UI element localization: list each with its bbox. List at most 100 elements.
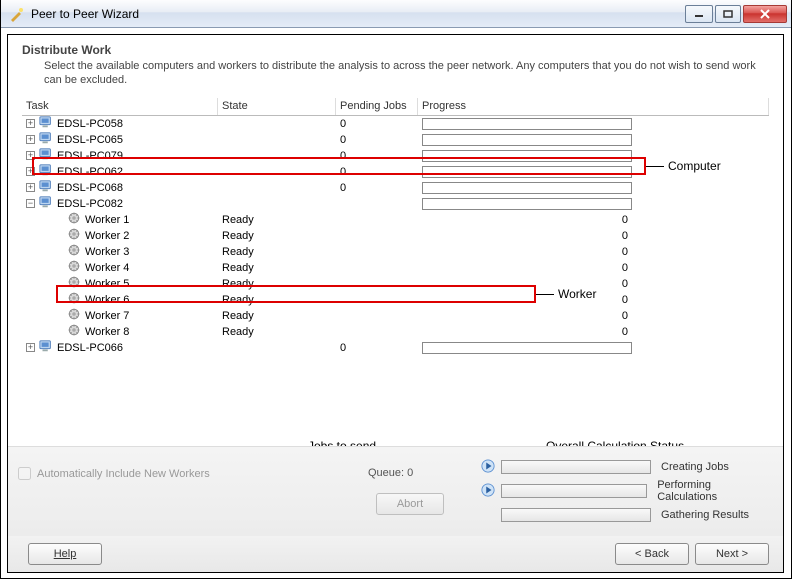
wizard-icon [9,6,25,22]
maximize-button[interactable] [715,5,741,23]
status-label: Gathering Results [661,509,749,521]
worker-row[interactable]: Worker 3 Ready 0 [22,244,769,260]
state-cell: Ready [218,214,336,226]
node-name: Worker 1 [85,214,129,226]
state-cell: Ready [218,310,336,322]
node-name: EDSL-PC079 [57,150,123,162]
pending-cell: 0 [336,342,418,354]
pending-cell: 0 [336,166,418,178]
window-title: Peer to Peer Wizard [31,7,683,21]
node-name: Worker 4 [85,262,129,274]
node-name: EDSL-PC068 [57,182,123,194]
computer-row[interactable]: − EDSL-PC082 [22,196,769,212]
expand-icon[interactable]: + [26,151,35,160]
status-row: Performing Calculations [481,479,771,503]
progress-value: 0 [422,246,632,258]
col-task[interactable]: Task [22,98,218,115]
worker-row[interactable]: Worker 4Ready0 [22,260,769,276]
progress-bar [422,182,632,194]
computer-row[interactable]: +EDSL-PC0660 [22,340,769,356]
state-cell: Ready [218,294,336,306]
computer-icon [39,163,57,180]
node-name: Worker 7 [85,310,129,322]
close-button[interactable] [743,5,787,23]
worker-icon [67,275,85,292]
col-pending[interactable]: Pending Jobs [336,98,418,115]
col-state[interactable]: State [218,98,336,115]
pending-cell: 0 [336,118,418,130]
status-row: Creating Jobs [481,455,771,479]
node-name: EDSL-PC082 [57,198,123,210]
auto-include-checkbox[interactable] [18,467,31,480]
status-row: Gathering Results [481,503,771,527]
computer-row[interactable]: + EDSL-PC068 0 [22,180,769,196]
callout-computer: Computer [668,159,721,173]
expand-icon[interactable]: + [26,343,35,352]
progress-bar [422,150,632,162]
node-name: Worker 5 [85,278,129,290]
abort-button[interactable]: Abort [376,493,444,515]
minimize-button[interactable] [685,5,713,23]
computer-icon [39,115,57,132]
progress-bar [422,166,632,178]
worker-row[interactable]: Worker 7 Ready 0 [22,308,769,324]
back-button[interactable]: < Back [615,543,689,565]
worker-row[interactable]: Worker 8Ready0 [22,324,769,340]
pending-cell: 0 [336,150,418,162]
pending-cell: 0 [336,182,418,194]
queue-label: Queue: 0 [368,467,413,479]
computer-row[interactable]: + EDSL-PC058 0 [22,116,769,132]
computer-row[interactable]: +EDSL-PC0650 [22,132,769,148]
status-label: Creating Jobs [661,461,729,473]
auto-include-label: Automatically Include New Workers [37,468,210,480]
worker-row[interactable]: Worker 5Ready0 [22,276,769,292]
progress-value: 0 [422,294,632,306]
worker-row[interactable]: Worker 1Ready0 [22,212,769,228]
progress-bar [422,118,632,130]
status-progress-bar [501,484,647,498]
worker-row[interactable]: Worker 2Ready0 [22,228,769,244]
page-description: Select the available computers and worke… [22,57,769,88]
computer-row[interactable]: + EDSL-PC079 0 [22,148,769,164]
progress-bar [422,198,632,210]
expand-icon[interactable]: + [26,119,35,128]
page-title: Distribute Work [22,43,769,57]
worker-icon [67,323,85,340]
worker-icon [67,259,85,276]
worker-icon [67,227,85,244]
progress-value: 0 [422,310,632,322]
status-progress-bar [501,460,651,474]
computer-icon [39,131,57,148]
node-name: Worker 3 [85,246,129,258]
worker-row[interactable]: Worker 6 Ready 0 [22,292,769,308]
titlebar[interactable]: Peer to Peer Wizard [1,0,791,28]
footer: Help < Back Next > [8,536,783,572]
state-cell: Ready [218,230,336,242]
computer-icon [39,179,57,196]
state-cell: Ready [218,246,336,258]
expand-icon[interactable]: + [26,167,35,176]
play-icon [481,459,501,476]
status-label: Performing Calculations [657,479,771,503]
progress-value: 0 [422,230,632,242]
node-name: Worker 6 [85,294,129,306]
progress-value: 0 [422,326,632,338]
play-icon [481,483,501,500]
worker-icon [67,211,85,228]
worker-icon [67,307,85,324]
col-progress[interactable]: Progress [418,98,769,115]
computer-icon [39,147,57,164]
collapse-icon[interactable]: − [26,199,35,208]
node-name: EDSL-PC058 [57,118,123,130]
expand-icon[interactable]: + [26,183,35,192]
node-name: EDSL-PC062 [57,166,123,178]
expand-icon[interactable]: + [26,135,35,144]
node-name: EDSL-PC065 [57,134,123,146]
computer-icon [39,339,57,356]
help-button[interactable]: Help [28,543,102,565]
progress-bar [422,134,632,146]
bottom-panel: Automatically Include New Workers Queue:… [8,446,783,536]
next-button[interactable]: Next > [695,543,769,565]
node-name: Worker 8 [85,326,129,338]
worker-icon [67,243,85,260]
